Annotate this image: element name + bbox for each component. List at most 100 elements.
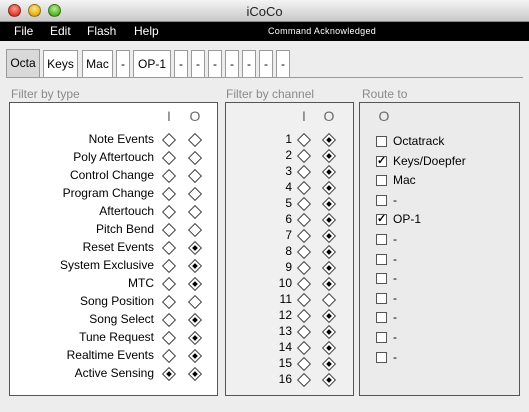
channel-output-toggle[interactable] [321,244,337,260]
tab-empty[interactable]: - [191,50,205,77]
route-checkbox[interactable] [376,273,387,285]
channel-number: 3 [285,164,292,178]
route-checkbox[interactable] [376,292,387,304]
channel-output-toggle[interactable] [321,180,337,196]
output-filter-toggle[interactable] [187,366,203,382]
route-row: - [376,232,516,249]
channel-output-toggle[interactable] [321,340,337,356]
route-target-label: Mac [393,173,416,188]
channel-output-toggle[interactable] [321,324,337,340]
channel-output-toggle[interactable] [321,356,337,372]
channel-row: 14 [226,340,354,357]
tab-op-1[interactable]: OP-1 [133,50,171,77]
input-filter-toggle[interactable] [161,366,177,382]
route-checkbox[interactable] [376,194,387,206]
channel-input-toggle[interactable] [296,196,312,212]
output-filter-toggle[interactable] [187,168,203,184]
route-checkbox[interactable]: ✓ [376,214,387,226]
output-filter-toggle[interactable] [187,222,203,238]
channel-input-toggle[interactable] [296,180,312,196]
output-filter-toggle[interactable] [187,330,203,346]
channel-input-toggle[interactable] [296,228,312,244]
channel-row: 13 [226,324,354,341]
channel-output-toggle[interactable] [321,132,337,148]
input-filter-toggle[interactable] [161,330,177,346]
menu-flash[interactable]: Flash [87,24,116,38]
menu-file[interactable]: File [14,24,33,38]
route-target-label: - [393,271,397,286]
channel-output-toggle[interactable] [321,292,337,308]
tab-mac[interactable]: Mac [82,50,113,77]
tab-empty[interactable]: - [174,50,188,77]
channel-input-toggle[interactable] [296,292,312,308]
tab-octa[interactable]: Octa [6,49,40,77]
output-filter-toggle[interactable] [187,348,203,364]
route-checkbox[interactable] [376,234,387,245]
input-filter-toggle[interactable] [161,312,177,328]
channel-output-toggle[interactable] [321,308,337,324]
channel-input-toggle[interactable] [296,356,312,372]
channel-row: 3 [226,164,354,181]
channel-input-toggle[interactable] [296,372,312,388]
route-checkbox[interactable]: ✓ [376,155,387,167]
output-filter-toggle[interactable] [187,132,203,148]
input-filter-toggle[interactable] [161,348,177,364]
input-filter-toggle[interactable] [161,276,177,292]
input-filter-toggle[interactable] [161,240,177,256]
channel-input-toggle[interactable] [296,244,312,260]
input-filter-toggle[interactable] [161,132,177,148]
channel-output-toggle[interactable] [321,260,337,276]
route-checkbox[interactable] [376,136,387,147]
input-filter-toggle[interactable] [161,204,177,220]
tab-keys[interactable]: Keys [43,50,78,77]
channel-input-toggle[interactable] [296,212,312,228]
channel-input-toggle[interactable] [296,308,312,324]
channel-output-toggle[interactable] [321,196,337,212]
output-filter-toggle[interactable] [187,258,203,274]
status-message: Command Acknowledged [268,26,377,36]
route-checkbox[interactable] [376,253,387,265]
channel-output-toggle[interactable] [321,228,337,244]
tab-empty[interactable]: - [259,50,273,77]
input-filter-toggle[interactable] [161,258,177,274]
route-checkbox[interactable] [376,351,387,363]
channel-input-toggle[interactable] [296,132,312,148]
channel-input-toggle[interactable] [296,260,312,276]
menu-edit[interactable]: Edit [50,24,71,38]
tab-empty[interactable]: - [242,50,256,77]
channel-input-toggle[interactable] [296,164,312,180]
route-checkbox[interactable] [376,332,387,343]
input-filter-toggle[interactable] [161,222,177,238]
tab-empty[interactable]: - [208,50,222,77]
channel-input-toggle[interactable] [296,148,312,164]
channel-output-toggle[interactable] [321,164,337,180]
output-filter-toggle[interactable] [187,150,203,166]
input-filter-toggle[interactable] [161,168,177,184]
input-filter-toggle[interactable] [161,150,177,166]
channel-number: 13 [278,324,292,338]
tab-empty[interactable]: - [225,50,239,77]
output-filter-toggle[interactable] [187,240,203,256]
input-filter-toggle[interactable] [161,186,177,202]
channel-output-toggle[interactable] [321,212,337,228]
channel-input-toggle[interactable] [296,340,312,356]
output-filter-toggle[interactable] [187,186,203,202]
route-checkbox[interactable] [376,175,387,187]
menu-help[interactable]: Help [134,24,159,38]
output-filter-toggle[interactable] [187,276,203,292]
channel-output-toggle[interactable] [321,148,337,164]
route-target-label: - [393,232,397,246]
route-checkbox[interactable] [376,312,387,324]
tab-empty[interactable]: - [116,50,130,77]
tab-empty[interactable]: - [276,50,290,77]
event-type-label: Realtime Events [66,348,154,362]
channel-output-toggle[interactable] [321,276,337,292]
output-filter-toggle[interactable] [187,294,203,310]
channel-input-toggle[interactable] [296,276,312,292]
channel-row: 8 [226,244,354,261]
input-filter-toggle[interactable] [161,294,177,310]
channel-input-toggle[interactable] [296,324,312,340]
channel-output-toggle[interactable] [321,372,337,388]
output-filter-toggle[interactable] [187,312,203,328]
output-filter-toggle[interactable] [187,204,203,220]
